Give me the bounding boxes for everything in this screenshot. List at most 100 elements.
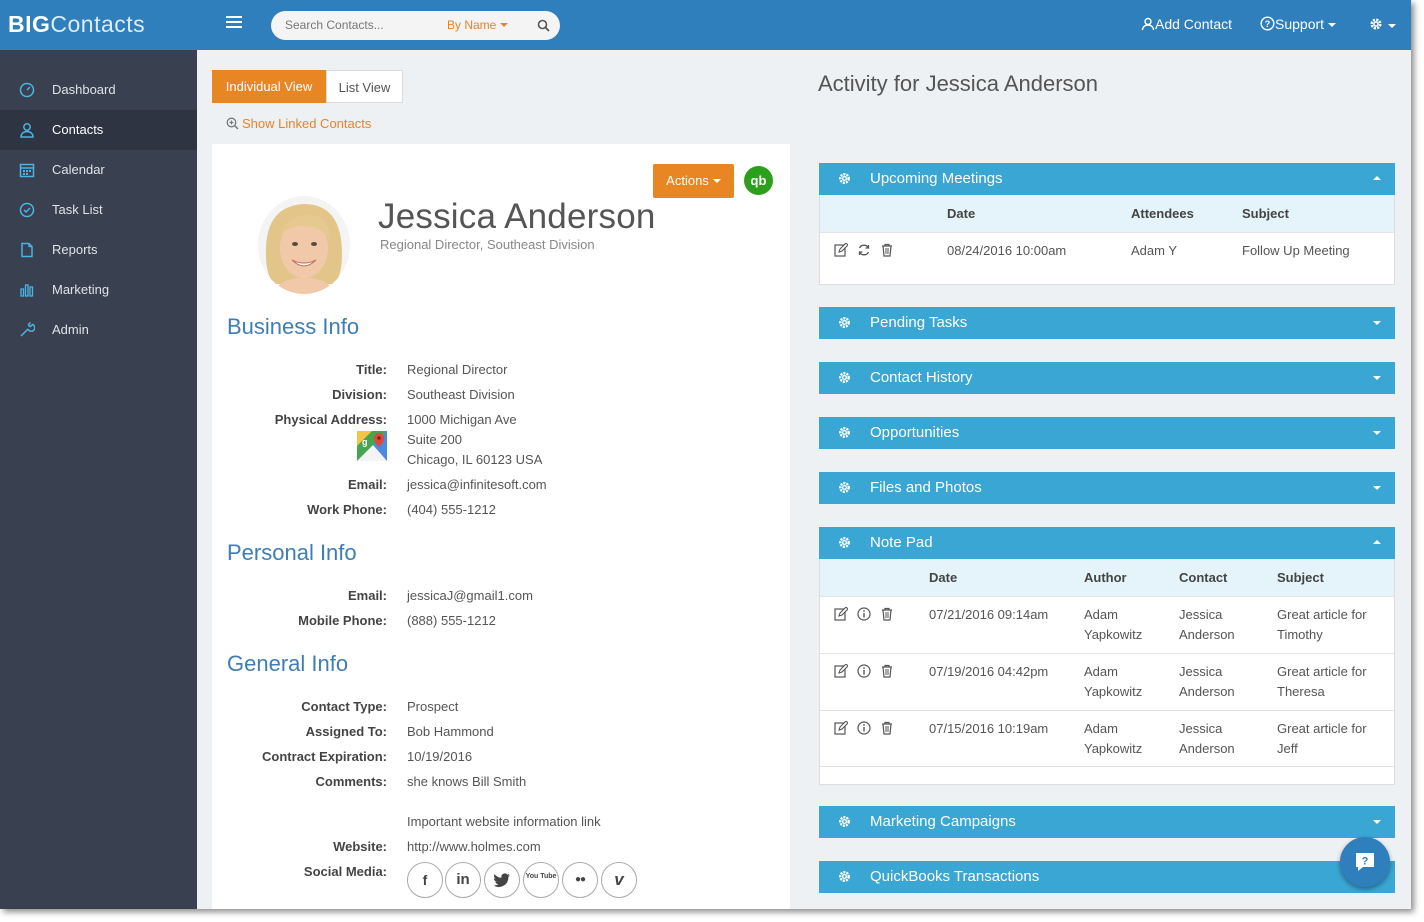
twitter-icon[interactable]: [484, 862, 520, 898]
sidebar-item-calendar[interactable]: Calendar: [0, 150, 197, 190]
website-link[interactable]: http://www.holmes.com: [407, 839, 541, 854]
business-info-title: Business Info: [227, 314, 360, 339]
notepad-table: Date Author Contact Subject 07/21/2016 0…: [819, 559, 1395, 785]
upcoming-meetings-header[interactable]: Upcoming Meetings: [819, 163, 1395, 195]
table-header: Date Author Contact Subject: [820, 559, 1394, 596]
files-photos-header[interactable]: Files and Photos: [819, 472, 1395, 504]
contact-name: Jessica Anderson: [378, 197, 656, 236]
info-icon[interactable]: [857, 721, 871, 735]
quickbooks-icon[interactable]: qb: [744, 166, 773, 195]
general-info-title: General Info: [227, 651, 349, 676]
linkedin-icon[interactable]: in: [445, 862, 481, 898]
trash-icon[interactable]: [880, 243, 894, 257]
trash-icon[interactable]: [880, 721, 894, 735]
menu-toggle-icon[interactable]: [226, 16, 242, 30]
opportunities-header[interactable]: Opportunities: [819, 417, 1395, 449]
facebook-icon[interactable]: f: [407, 862, 443, 898]
pending-tasks-panel: Pending Tasks: [819, 307, 1395, 339]
note-pad-header[interactable]: Note Pad: [819, 527, 1395, 559]
gear-icon[interactable]: [837, 315, 852, 330]
sidebar-item-label: Task List: [52, 202, 103, 217]
show-linked-contacts-link[interactable]: Show Linked Contacts: [226, 116, 371, 131]
youtube-icon[interactable]: You Tube: [523, 862, 559, 898]
edit-icon[interactable]: [834, 721, 848, 735]
wrench-icon: [20, 322, 35, 337]
sidebar-item-label: Reports: [52, 242, 98, 257]
help-icon: ?: [1260, 16, 1275, 31]
note-pad-panel: Note Pad Date Author Contact Subject 07/…: [819, 527, 1395, 785]
gear-icon[interactable]: [837, 869, 852, 884]
sidebar-item-task-list[interactable]: Task List: [0, 190, 197, 230]
vimeo-icon[interactable]: v: [601, 862, 637, 898]
settings-menu[interactable]: [1368, 16, 1396, 33]
chat-icon: ?: [1356, 853, 1374, 871]
top-bar: BIGContacts By Name Add Contact ?Support: [0, 0, 1411, 50]
collapse-arrow-icon[interactable]: [1373, 540, 1381, 544]
sidebar-item-dashboard[interactable]: Dashboard: [0, 70, 197, 110]
contact-history-panel: Contact History: [819, 362, 1395, 394]
gear-icon[interactable]: [837, 370, 852, 385]
user-icon: [1141, 17, 1155, 31]
gear-icon[interactable]: [837, 535, 852, 550]
sidebar-item-label: Marketing: [52, 282, 110, 297]
app-window: BIGContacts By Name Add Contact ?Support…: [0, 0, 1411, 909]
refresh-icon[interactable]: [857, 243, 871, 257]
quickbooks-header[interactable]: QuickBooks Transactions: [819, 861, 1395, 893]
svg-text:g: g: [362, 437, 368, 447]
tab-individual-view[interactable]: Individual View: [212, 70, 326, 103]
search-mode-dropdown[interactable]: By Name: [447, 18, 509, 32]
sidebar-item-marketing[interactable]: Marketing: [0, 270, 197, 310]
check-circle-icon: [19, 202, 35, 218]
marketing-campaigns-panel: Marketing Campaigns: [819, 806, 1395, 838]
trash-icon[interactable]: [880, 664, 894, 678]
edit-icon[interactable]: [834, 607, 848, 621]
sidebar-item-label: Contacts: [52, 122, 104, 137]
expand-arrow-icon[interactable]: [1373, 820, 1381, 824]
expand-arrow-icon[interactable]: [1373, 431, 1381, 435]
actions-button[interactable]: Actions: [653, 164, 734, 198]
sidebar-item-admin[interactable]: Admin: [0, 310, 197, 350]
meetings-table: Date Attendees Subject 08/24/2016 10:00a…: [819, 195, 1395, 285]
help-chat-button[interactable]: ?: [1340, 837, 1390, 887]
personal-info-title: Personal Info: [227, 540, 357, 565]
activity-title: Activity for Jessica Anderson: [818, 71, 1099, 96]
logo[interactable]: BIGContacts: [8, 10, 145, 38]
search-box: By Name: [271, 11, 560, 40]
gear-icon[interactable]: [837, 480, 852, 495]
sidebar-item-label: Dashboard: [52, 82, 116, 97]
pending-tasks-header[interactable]: Pending Tasks: [819, 307, 1395, 339]
sidebar-item-label: Admin: [52, 322, 89, 337]
flickr-icon[interactable]: ●●: [562, 862, 598, 898]
table-row: 07/19/2016 04:42pm Adam Yapkowitz Jessic…: [820, 653, 1394, 710]
gear-icon[interactable]: [837, 425, 852, 440]
sidebar-item-reports[interactable]: Reports: [0, 230, 197, 270]
info-icon[interactable]: [857, 664, 871, 678]
scrollbar[interactable]: [1404, 50, 1411, 909]
gauge-icon: [19, 82, 35, 98]
search-input[interactable]: [285, 18, 435, 32]
gear-icon[interactable]: [837, 814, 852, 829]
google-maps-icon[interactable]: g: [357, 431, 387, 461]
edit-icon[interactable]: [834, 243, 848, 257]
support-menu[interactable]: ? Support: [1260, 16, 1337, 32]
upcoming-meetings-panel: Upcoming Meetings Date Attendees Subject…: [819, 163, 1395, 285]
marketing-campaigns-header[interactable]: Marketing Campaigns: [819, 806, 1395, 838]
search-icon[interactable]: [537, 19, 550, 32]
sidebar-item-contacts[interactable]: Contacts: [0, 110, 197, 150]
expand-arrow-icon[interactable]: [1373, 376, 1381, 380]
user-icon: [20, 123, 34, 138]
gear-icon[interactable]: [837, 171, 852, 186]
expand-arrow-icon[interactable]: [1373, 321, 1381, 325]
add-contact-link[interactable]: Add Contact: [1141, 16, 1232, 32]
tab-list-view[interactable]: List View: [326, 70, 403, 103]
info-icon[interactable]: [857, 607, 871, 621]
collapse-arrow-icon[interactable]: [1373, 176, 1381, 180]
contact-history-header[interactable]: Contact History: [819, 362, 1395, 394]
trash-icon[interactable]: [880, 607, 894, 621]
expand-arrow-icon[interactable]: [1373, 486, 1381, 490]
table-row: 08/24/2016 10:00am Adam Y Follow Up Meet…: [820, 232, 1394, 269]
svg-text:?: ?: [1362, 856, 1369, 868]
edit-icon[interactable]: [834, 664, 848, 678]
table-row: 07/15/2016 10:19am Adam Yapkowitz Jessic…: [820, 710, 1394, 767]
zoom-in-icon: [226, 117, 239, 130]
